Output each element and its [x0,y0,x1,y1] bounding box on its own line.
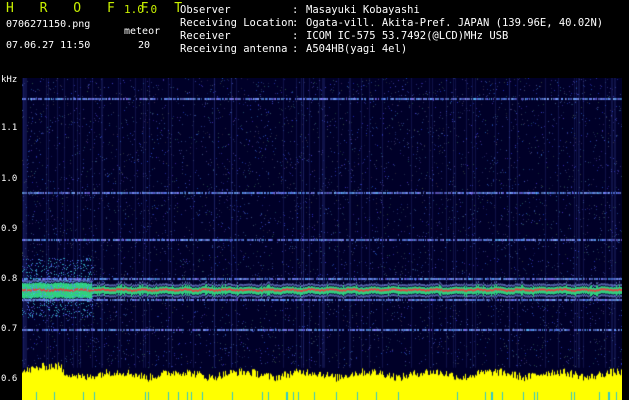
meteor-label: meteor [124,26,161,37]
file-name: 0706271150.png [6,19,91,30]
y-axis-unit: kHz [1,75,18,85]
y-tick-label: 1.0 [1,174,18,184]
info-sep: : [292,30,299,42]
app-title: H R O F F T [6,1,192,16]
info-seps: : : : : [292,4,298,56]
info-value-location: Ogata-vill. Akita-Pref. JAPAN (139.96E, … [306,17,604,29]
info-label-antenna: Receiving antenna [180,43,288,55]
y-tick-label: 0.9 [1,224,18,234]
info-value-receiver: ICOM IC-575 53.7492(@LCD)MHz USB [306,30,509,42]
y-tick-label: 1.1 [1,123,18,133]
app-version: 1.0.0 [124,3,158,16]
info-labels: Observer Receiving Location Receiver Rec… [180,4,294,56]
info-value-antenna: A504HB(yagi 4el) [306,43,408,55]
y-tick-label: 0.8 [1,274,18,284]
info-sep: : [292,17,299,29]
y-tick-label: 0.7 [1,324,18,334]
y-tick-label: 0.6 [1,374,18,384]
info-value-observer: Masayuki Kobayashi [306,4,420,16]
info-label-location: Receiving Location [180,17,294,29]
info-values: Masayuki Kobayashi Ogata-vill. Akita-Pre… [306,4,603,56]
info-sep: : [292,43,299,55]
info-label-observer: Observer [180,4,231,16]
info-sep: : [292,4,299,16]
file-datetime: 07.06.27 11:50 [6,40,91,51]
spectrogram [22,78,622,400]
meteor-count: 20 [138,40,151,51]
info-label-receiver: Receiver [180,30,231,42]
spectrogram-canvas [22,78,622,400]
header: H R O F F T 1.0.0 0706271150.png meteor … [0,0,629,74]
